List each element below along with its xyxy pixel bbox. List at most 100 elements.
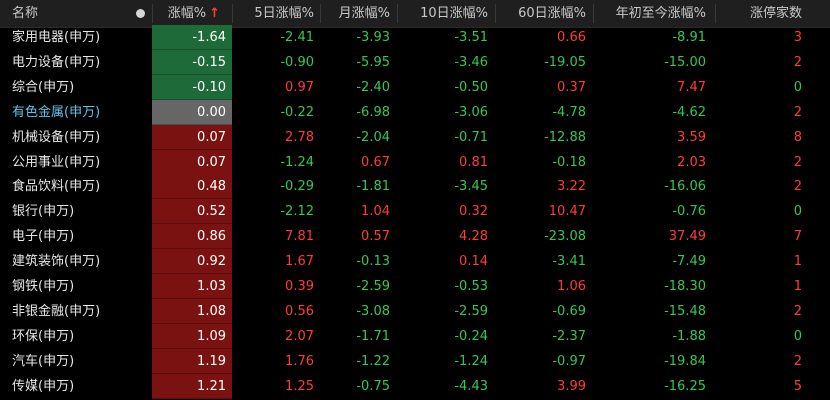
cell-5day-change: -2.12 <box>280 204 314 220</box>
col-header-limit-up-label: 涨停家数 <box>749 6 802 21</box>
cell-10day-change: 0.81 <box>459 154 488 170</box>
cell-sector-name[interactable]: 传媒(申万) <box>0 374 150 399</box>
cell-ytd-change: -1.88 <box>672 328 706 344</box>
cell-60day-change: -12.88 <box>544 129 586 145</box>
col-header-ytd-label: 年初至今涨幅% <box>615 6 706 21</box>
cell-limit-up-count: 7 <box>793 229 802 245</box>
col-header-change[interactable]: 涨幅% ↑ <box>152 0 228 27</box>
cell-sector-name[interactable]: 公用事业(申万) <box>0 150 150 175</box>
cell-sector-name[interactable]: 建筑装饰(申万) <box>0 249 150 274</box>
cell-sector-name[interactable]: 综合(申万) <box>0 75 150 100</box>
cell-month-change: -0.13 <box>356 254 390 270</box>
table-row[interactable]: 电力设备(申万) -0.15 -0.90 -5.95 -3.46 -19.05 -15.00… <box>0 49 830 75</box>
col-header-5day[interactable]: 5日涨幅% <box>232 0 314 27</box>
cell-sector-name[interactable]: 有色金属(申万) <box>0 100 150 125</box>
table-row[interactable]: 汽车(申万) 1.19 1.76 -1.22 -1.24 -0.97 -19.84 2 <box>0 348 830 374</box>
col-header-10day[interactable]: 10日涨幅% <box>397 0 488 27</box>
cell-change-percent: 1.08 <box>152 298 232 324</box>
cell-change-percent: 1.09 <box>152 323 232 349</box>
cell-ytd-change: -15.48 <box>664 303 706 319</box>
cell-month-change: 1.04 <box>361 204 390 220</box>
col-header-ytd[interactable]: 年初至今涨幅% <box>593 0 706 27</box>
cell-sector-name[interactable]: 银行(申万) <box>0 199 150 224</box>
cell-limit-up-count: 5 <box>793 378 802 394</box>
cell-limit-up-count: 1 <box>793 254 802 270</box>
cell-60day-change: 0.37 <box>557 79 586 95</box>
cell-month-change: -3.93 <box>356 30 390 45</box>
cell-10day-change: -4.43 <box>454 378 488 394</box>
cell-5day-change: -0.22 <box>280 104 314 120</box>
cell-sector-name[interactable]: 电力设备(申万) <box>0 50 150 75</box>
cell-limit-up-count: 2 <box>793 353 802 369</box>
cell-ytd-change: -16.06 <box>664 179 706 195</box>
cell-change-percent: -1.64 <box>152 25 232 50</box>
cell-60day-change: -23.08 <box>544 229 586 245</box>
col-header-5day-label: 5日涨幅% <box>254 6 314 21</box>
col-header-60day[interactable]: 60日涨幅% <box>495 0 586 27</box>
table-row[interactable]: 银行(申万) 0.52 -2.12 1.04 0.32 10.47 -0.76 0 <box>0 199 830 225</box>
col-header-name[interactable]: 名称 <box>12 0 112 27</box>
table-row[interactable]: 机械设备(申万) 0.07 2.78 -2.04 -0.71 -12.88 3.59 8 <box>0 124 830 150</box>
cell-60day-change: -4.78 <box>552 104 586 120</box>
cell-5day-change: 7.81 <box>285 229 314 245</box>
col-header-month[interactable]: 月涨幅% <box>320 0 390 27</box>
table-row[interactable]: 食品饮料(申万) 0.48 -0.29 -1.81 -3.45 3.22 -16.06 2 <box>0 174 830 200</box>
cell-5day-change: 2.07 <box>285 328 314 344</box>
col-header-limit-up[interactable]: 涨停家数 <box>715 0 802 27</box>
cell-sector-name[interactable]: 家用电器(申万) <box>0 25 150 50</box>
cell-limit-up-count: 2 <box>793 179 802 195</box>
cell-limit-up-count: 2 <box>793 154 802 170</box>
cell-5day-change: -1.24 <box>280 154 314 170</box>
cell-ytd-change: -16.25 <box>664 378 706 394</box>
table-row[interactable]: 非银金融(申万) 1.08 0.56 -3.08 -2.59 -0.69 -15.48 2 <box>0 298 830 324</box>
table-row[interactable]: 建筑装饰(申万) 0.92 1.67 -0.13 0.14 -3.41 -7.49 1 <box>0 249 830 275</box>
column-settings-dot-icon[interactable] <box>136 9 145 18</box>
col-header-month-label: 月涨幅% <box>338 6 390 21</box>
cell-change-percent: 0.07 <box>152 149 232 175</box>
cell-change-percent: 1.21 <box>152 373 232 399</box>
cell-limit-up-count: 0 <box>793 204 802 220</box>
cell-sector-name[interactable]: 机械设备(申万) <box>0 125 150 150</box>
cell-sector-name[interactable]: 食品饮料(申万) <box>0 174 150 199</box>
table-row[interactable]: 家用电器(申万) -1.64 -2.41 -3.93 -3.51 0.66 -8.91 3 <box>0 25 830 50</box>
table-row[interactable]: 公用事业(申万) 0.07 -1.24 0.67 0.81 -0.18 2.03 2 <box>0 149 830 175</box>
cell-month-change: -0.75 <box>356 378 390 394</box>
cell-60day-change: -3.41 <box>552 254 586 270</box>
cell-5day-change: 0.56 <box>285 303 314 319</box>
cell-60day-change: -0.18 <box>552 154 586 170</box>
cell-month-change: -5.95 <box>356 54 390 70</box>
cell-limit-up-count: 2 <box>793 104 802 120</box>
col-header-name-label: 名称 <box>12 6 39 21</box>
table-row[interactable]: 电子(申万) 0.86 7.81 0.57 4.28 -23.08 37.49 7 <box>0 224 830 250</box>
cell-sector-name[interactable]: 钢铁(申万) <box>0 274 150 299</box>
cell-month-change: -3.08 <box>356 303 390 319</box>
cell-sector-name[interactable]: 环保(申万) <box>0 324 150 349</box>
table-row[interactable]: 传媒(申万) 1.21 1.25 -0.75 -4.43 3.99 -16.25 5 <box>0 373 830 399</box>
table-row[interactable]: 综合(申万) -0.10 0.97 -2.40 -0.50 0.37 7.47 0 <box>0 74 830 100</box>
cell-60day-change: 0.66 <box>557 30 586 45</box>
cell-sector-name[interactable]: 电子(申万) <box>0 224 150 249</box>
cell-10day-change: -3.45 <box>454 179 488 195</box>
col-header-10day-label: 10日涨幅% <box>420 6 488 21</box>
cell-ytd-change: -18.30 <box>664 279 706 294</box>
cell-change-percent: 0.86 <box>152 224 232 250</box>
cell-10day-change: -2.59 <box>454 303 488 319</box>
cell-month-change: -1.81 <box>356 179 390 195</box>
table-row[interactable]: 钢铁(申万) 1.03 0.39 -2.59 -0.53 1.06 -18.30 1 <box>0 274 830 299</box>
cell-ytd-change: -19.84 <box>664 353 706 369</box>
cell-10day-change: -0.53 <box>454 279 488 294</box>
cell-change-percent: 0.07 <box>152 124 232 150</box>
cell-ytd-change: 2.03 <box>677 154 706 170</box>
table-row[interactable]: 有色金属(申万) 0.00 -0.22 -6.98 -3.06 -4.78 -4.62 2 <box>0 99 830 125</box>
table-row[interactable]: 环保(申万) 1.09 2.07 -1.71 -0.24 -2.37 -1.88 0 <box>0 323 830 349</box>
table-header: 名称 涨幅% ↑ 5日涨幅% 月涨幅% 10日涨幅% 60日涨幅% 年初至今涨幅% <box>0 0 830 28</box>
cell-change-percent: 1.19 <box>152 348 232 374</box>
cell-60day-change: -19.05 <box>544 54 586 70</box>
cell-ytd-change: -8.91 <box>672 30 706 45</box>
cell-60day-change: 10.47 <box>548 204 586 220</box>
cell-5day-change: 1.25 <box>285 378 314 394</box>
cell-sector-name[interactable]: 汽车(申万) <box>0 349 150 374</box>
cell-month-change: -2.40 <box>356 79 390 95</box>
cell-sector-name[interactable]: 非银金融(申万) <box>0 299 150 324</box>
cell-5day-change: -0.29 <box>280 179 314 195</box>
